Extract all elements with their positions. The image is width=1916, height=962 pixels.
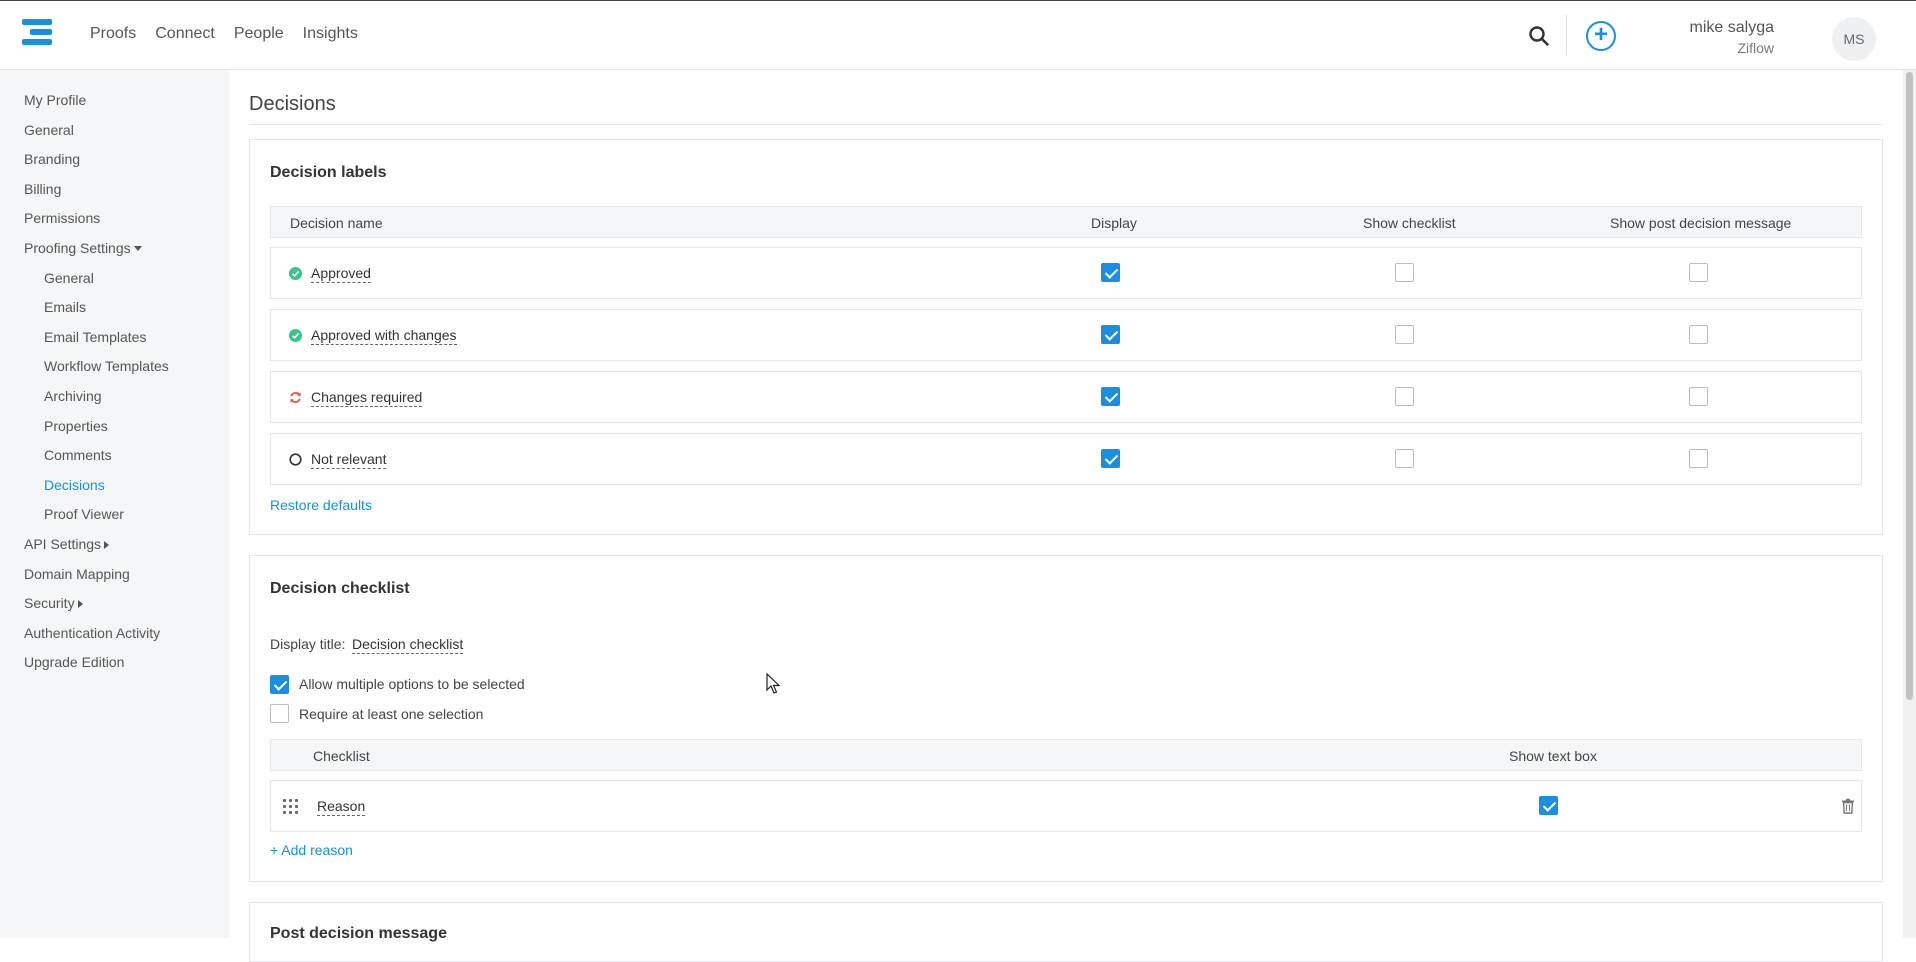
col-checklist: Checklist [313,748,370,764]
display-checkbox[interactable] [1101,263,1120,282]
decision-labels-panel: Decision labels Decision name Display Sh… [249,139,1883,535]
sidebar-subitem-email-templates[interactable]: Email Templates [44,329,146,345]
display-checkbox[interactable] [1101,449,1120,468]
checklist-header: Checklist Show text box [270,739,1862,771]
user-org: Ziflow [1737,40,1774,56]
col-show-post-message: Show post decision message [1610,215,1792,231]
search-icon[interactable] [1528,25,1550,47]
nav-people[interactable]: People [234,25,284,43]
nav-connect[interactable]: Connect [155,25,215,43]
sidebar-subitem-comments[interactable]: Comments [44,447,112,463]
header-divider [1566,15,1567,55]
require-selection-checkbox[interactable] [270,704,289,723]
decision-row-approved: Approved [270,247,1862,299]
decision-labels-header: Decision name Display Show checklist Sho… [270,206,1862,238]
ziflow-logo-icon[interactable] [22,19,54,51]
caret-down-icon [133,246,142,251]
show-text-box-checkbox[interactable] [1539,796,1558,815]
sidebar-item-label: API Settings [24,536,102,552]
require-selection-label: Require at least one selection [299,706,484,722]
add-icon[interactable]: + [1586,21,1616,51]
page-title: Decisions [249,93,336,115]
sidebar-item-my-profile[interactable]: My Profile [24,92,86,108]
decision-name[interactable]: Approved with changes [311,327,457,345]
display-checkbox[interactable] [1101,325,1120,344]
checklist-item-name[interactable]: Reason [317,798,366,816]
settings-sidebar: My Profile General Branding Billing Perm… [0,70,229,938]
decision-row-approved-with-changes: Approved with changes [270,309,1862,361]
sidebar-subitem-archiving[interactable]: Archiving [44,388,102,404]
sidebar-item-label: Security [24,595,75,611]
decision-name[interactable]: Changes required [311,389,423,407]
user-info[interactable]: mike salyga Ziflow [1690,19,1774,56]
show-post-message-checkbox[interactable] [1689,387,1708,406]
sidebar-subitem-proof-viewer[interactable]: Proof Viewer [44,506,124,522]
decision-checklist-panel: Decision checklist Display title: Decisi… [249,555,1883,882]
sidebar-item-domain-mapping[interactable]: Domain Mapping [24,566,130,582]
decision-row-not-relevant: Not relevant [270,433,1862,485]
nav-insights[interactable]: Insights [303,25,358,43]
drag-handle-icon[interactable] [283,799,299,815]
user-name: mike salyga [1689,19,1774,36]
decision-checklist-title: Decision checklist [270,580,410,597]
avatar[interactable]: MS [1832,17,1876,61]
caret-right-icon [77,600,83,608]
add-reason-link[interactable]: + Add reason [270,842,353,858]
caret-right-icon [104,541,110,549]
top-bar: Proofs Connect People Insights + mike sa… [0,0,1916,70]
display-checkbox[interactable] [1101,387,1120,406]
col-show-text-box: Show text box [1509,748,1597,764]
post-decision-panel: Post decision message [249,902,1883,962]
check-circle-icon [289,267,302,280]
nav-proofs[interactable]: Proofs [90,25,136,43]
sidebar-item-authentication-activity[interactable]: Authentication Activity [24,625,160,641]
sidebar-subitem-properties[interactable]: Properties [44,418,108,434]
decision-labels-title: Decision labels [270,164,387,181]
show-checklist-checkbox[interactable] [1395,387,1414,406]
sidebar-item-permissions[interactable]: Permissions [24,210,100,226]
circle-outline-icon [289,453,302,466]
refresh-icon [290,392,301,403]
post-decision-title: Post decision message [270,925,447,942]
show-checklist-checkbox[interactable] [1395,449,1414,468]
mouse-cursor-icon [766,673,780,694]
col-decision-name: Decision name [290,215,383,231]
page-scrollbar[interactable] [1903,70,1916,938]
title-divider [249,124,1883,125]
decision-row-changes-required: Changes required [270,371,1862,423]
decision-name[interactable]: Not relevant [311,451,387,469]
sidebar-subitem-decisions[interactable]: Decisions [44,477,105,493]
scrollbar-thumb[interactable] [1906,72,1913,700]
sidebar-item-general[interactable]: General [24,122,74,138]
sidebar-subitem-general[interactable]: General [44,270,94,286]
sidebar-item-upgrade-edition[interactable]: Upgrade Edition [24,654,124,670]
sidebar-item-label: Proofing Settings [24,240,131,256]
allow-multiple-label: Allow multiple options to be selected [299,676,525,692]
show-post-message-checkbox[interactable] [1689,263,1708,282]
sidebar-item-branding[interactable]: Branding [24,151,80,167]
show-checklist-checkbox[interactable] [1395,263,1414,282]
sidebar-item-api-settings[interactable]: API Settings [24,536,110,552]
col-show-checklist: Show checklist [1363,215,1456,231]
show-post-message-checkbox[interactable] [1689,325,1708,344]
display-title-label: Display title: [270,636,346,652]
decision-name[interactable]: Approved [311,265,371,283]
show-checklist-checkbox[interactable] [1395,325,1414,344]
sidebar-item-proofing-settings[interactable]: Proofing Settings [24,240,142,256]
trash-icon[interactable] [1841,798,1855,814]
show-post-message-checkbox[interactable] [1689,449,1708,468]
allow-multiple-checkbox[interactable] [270,675,289,694]
restore-defaults-link[interactable]: Restore defaults [270,497,372,513]
sidebar-subitem-workflow-templates[interactable]: Workflow Templates [44,358,169,374]
sidebar-item-security[interactable]: Security [24,595,83,611]
checklist-row-reason: Reason [270,780,1862,832]
check-circle-icon [289,329,302,342]
display-title-field[interactable]: Decision checklist [352,636,464,654]
sidebar-item-billing[interactable]: Billing [24,181,61,197]
col-display: Display [1091,215,1137,231]
sidebar-subitem-emails[interactable]: Emails [44,299,86,315]
main-nav: Proofs Connect People Insights [90,25,358,43]
